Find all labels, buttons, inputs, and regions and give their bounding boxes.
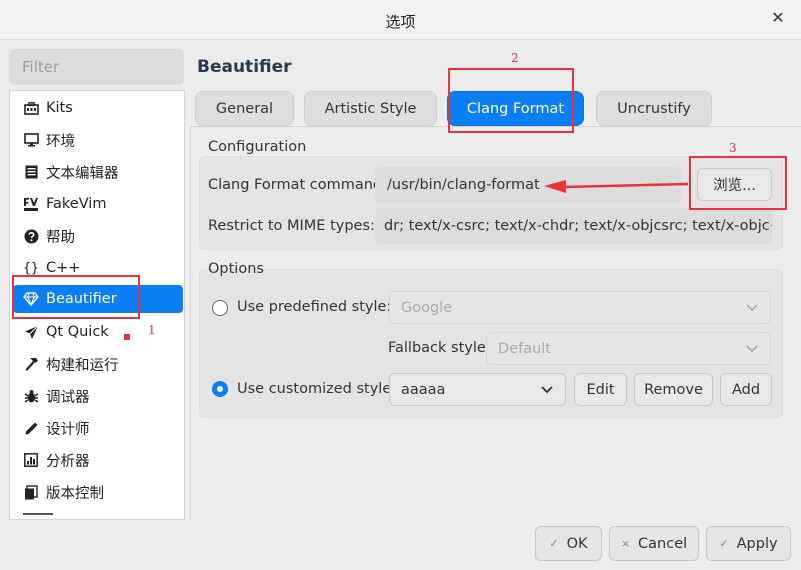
page-title: Beautifier bbox=[197, 57, 292, 77]
customized-style-combo[interactable]: aaaaa bbox=[389, 373, 566, 406]
sidebar-item-partial bbox=[23, 513, 53, 519]
annotation-number-3: 3 bbox=[729, 141, 737, 155]
predefined-style-combo[interactable]: Google bbox=[389, 291, 771, 324]
help-icon bbox=[23, 228, 39, 244]
annotation-box-2 bbox=[448, 68, 574, 133]
sidebar-item-kits[interactable]: Kits bbox=[13, 94, 183, 122]
command-label: Clang Format command: bbox=[208, 177, 388, 193]
chevron-down-icon bbox=[541, 386, 553, 394]
chevron-down-icon bbox=[746, 304, 758, 312]
annotation-dot bbox=[124, 334, 130, 340]
fallback-style-value: Default bbox=[498, 340, 551, 357]
text-editor-icon bbox=[23, 164, 39, 180]
tab-artistic-style[interactable]: Artistic Style bbox=[304, 91, 437, 126]
configuration-title: Configuration bbox=[208, 139, 307, 155]
check-icon: ✓ bbox=[719, 537, 729, 550]
add-button[interactable]: Add bbox=[720, 373, 772, 406]
mime-field[interactable]: dr; text/x-csrc; text/x-chdr; text/x-obj… bbox=[375, 208, 772, 244]
apply-button[interactable]: ✓ Apply bbox=[706, 526, 791, 561]
sidebar-item-label: 构建和运行 bbox=[46, 357, 119, 374]
fallback-style-label: Fallback style: bbox=[388, 340, 491, 356]
annotation-number-2: 2 bbox=[511, 51, 519, 65]
check-icon: ✓ bbox=[549, 537, 559, 550]
ok-label: OK bbox=[566, 535, 588, 552]
close-icon[interactable]: ✕ bbox=[769, 9, 787, 27]
version-control-icon bbox=[23, 484, 39, 500]
predefined-style-label: Use predefined style: bbox=[237, 299, 392, 315]
annotation-box-3 bbox=[689, 156, 787, 210]
sidebar-item-label: 分析器 bbox=[46, 453, 90, 470]
ok-button[interactable]: ✓ OK bbox=[535, 526, 602, 561]
annotation-number-1: 1 bbox=[148, 323, 156, 337]
bug-icon bbox=[23, 388, 39, 404]
mime-label: Restrict to MIME types: bbox=[208, 218, 375, 234]
predefined-style-radio[interactable] bbox=[212, 300, 228, 316]
sidebar-item-label: 文本编辑器 bbox=[46, 165, 119, 182]
cancel-button[interactable]: × Cancel bbox=[609, 526, 699, 561]
window-title: 选项 bbox=[385, 13, 416, 31]
cross-icon: × bbox=[620, 537, 631, 550]
tab-general[interactable]: General bbox=[195, 91, 294, 126]
sidebar-item-label: 调试器 bbox=[46, 389, 90, 406]
sidebar-item-text-editor[interactable]: 文本编辑器 bbox=[13, 158, 183, 186]
predefined-style-value: Google bbox=[401, 299, 453, 316]
paper-plane-icon bbox=[23, 324, 39, 340]
sidebar-item-label: Kits bbox=[46, 100, 73, 116]
remove-button[interactable]: Remove bbox=[634, 373, 713, 406]
sidebar-item-help[interactable]: 帮助 bbox=[13, 222, 183, 250]
title-bar: 选项 ✕ bbox=[0, 0, 801, 40]
apply-label: Apply bbox=[736, 535, 778, 552]
sidebar-item-label: 设计师 bbox=[46, 421, 90, 438]
customized-style-radio[interactable] bbox=[212, 381, 228, 397]
sidebar-item-label: C++ bbox=[46, 260, 81, 276]
hammer-icon bbox=[23, 356, 39, 372]
sidebar-item-qt-quick[interactable]: Qt Quick bbox=[13, 318, 183, 346]
sidebar-item-label: FakeVim bbox=[46, 196, 107, 212]
sidebar-item-build-run[interactable]: 构建和运行 bbox=[13, 350, 183, 378]
sidebar-item-fakevim[interactable]: FakeVim bbox=[13, 190, 183, 218]
sidebar-item-version-control[interactable]: 版本控制 bbox=[13, 478, 183, 506]
annotation-arrow-icon bbox=[544, 180, 689, 193]
sidebar-item-designer[interactable]: 设计师 bbox=[13, 414, 183, 442]
sidebar-item-label: 环境 bbox=[46, 133, 75, 150]
sidebar-item-label: Qt Quick bbox=[46, 324, 109, 340]
braces-icon: {} bbox=[23, 260, 39, 276]
chevron-down-icon bbox=[746, 345, 758, 353]
sidebar-item-label: 版本控制 bbox=[46, 485, 104, 502]
fakevim-icon bbox=[23, 196, 39, 212]
cancel-label: Cancel bbox=[638, 535, 688, 552]
sidebar-item-label: 帮助 bbox=[46, 229, 75, 246]
pencil-icon bbox=[23, 420, 39, 436]
customized-style-value: aaaaa bbox=[401, 381, 446, 398]
filter-input[interactable] bbox=[9, 49, 184, 85]
edit-button[interactable]: Edit bbox=[574, 373, 627, 406]
annotation-box-1 bbox=[12, 275, 140, 319]
tab-uncrustify[interactable]: Uncrustify bbox=[596, 91, 712, 126]
monitor-icon bbox=[23, 132, 39, 148]
sidebar-item-environment[interactable]: 环境 bbox=[13, 126, 183, 154]
fallback-style-combo[interactable]: Default bbox=[486, 332, 771, 365]
kits-icon bbox=[23, 100, 39, 116]
sidebar-item-analyzer[interactable]: 分析器 bbox=[13, 446, 183, 474]
sidebar-item-debugger[interactable]: 调试器 bbox=[13, 382, 183, 410]
analyzer-icon bbox=[23, 452, 39, 468]
options-title: Options bbox=[208, 261, 264, 277]
customized-style-label: Use customized style: bbox=[237, 381, 397, 397]
